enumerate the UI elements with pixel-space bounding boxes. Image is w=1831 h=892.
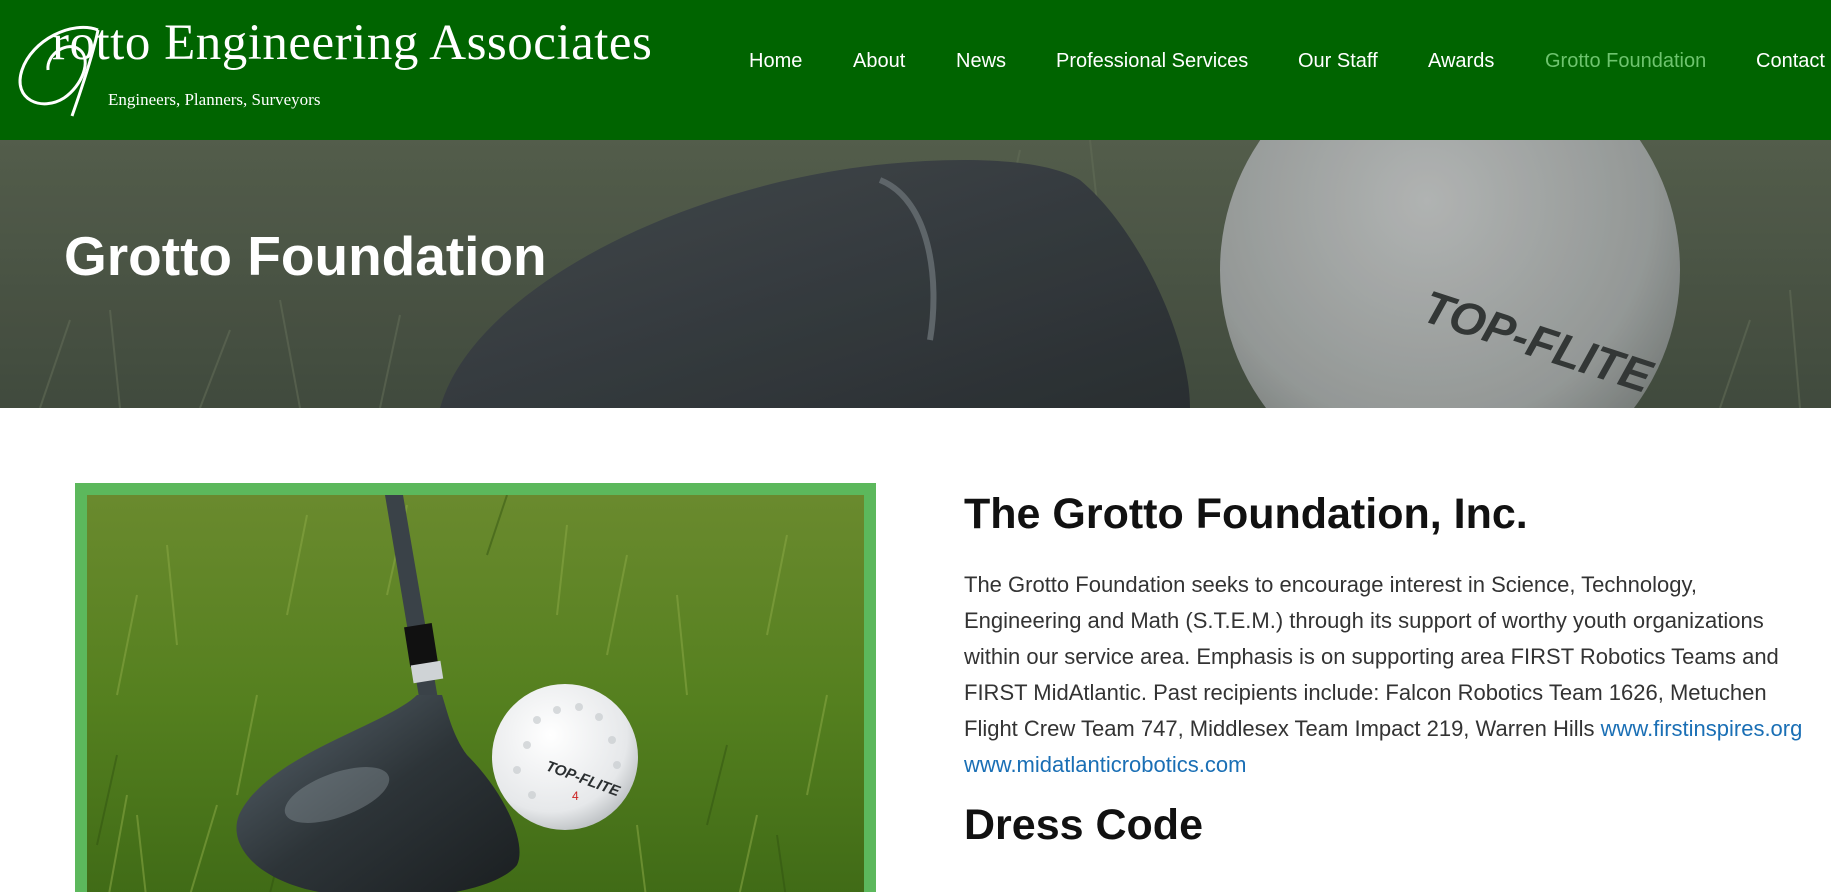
nav-item-awards[interactable]: Awards [1428,50,1494,73]
firstinspires-link[interactable]: www.firstinspires.org [1601,716,1803,741]
hero-banner: TOP-FLITE Grotto Foundation [0,140,1831,408]
site-header: rotto Engineering Associates Engineers, … [0,0,1831,140]
main-nav: Home About News Professional Services Ou… [0,0,1831,140]
golf-photo: TOP-FLITE 4 [87,495,864,892]
nav-item-home[interactable]: Home [749,50,802,73]
page-title: Grotto Foundation [64,225,547,287]
ball-number-text: 4 [572,789,579,803]
nav-item-contact[interactable]: Contact [1756,50,1825,73]
nav-item-news[interactable]: News [956,50,1006,73]
content-image-frame: TOP-FLITE 4 [75,483,876,892]
foundation-content: The Grotto Foundation, Inc. The Grotto F… [964,490,1804,850]
foundation-description: The Grotto Foundation seeks to encourage… [964,567,1804,783]
content-image: TOP-FLITE 4 [87,495,864,892]
nav-item-grotto-foundation[interactable]: Grotto Foundation [1545,50,1706,73]
midatlantic-robotics-link[interactable]: www.midatlanticrobotics.com [964,752,1246,777]
nav-item-our-staff[interactable]: Our Staff [1298,50,1378,73]
dress-code-heading: Dress Code [964,801,1203,849]
foundation-heading: The Grotto Foundation, Inc. [964,490,1528,538]
nav-item-about[interactable]: About [853,50,905,73]
nav-item-professional-services[interactable]: Professional Services [1056,50,1248,73]
